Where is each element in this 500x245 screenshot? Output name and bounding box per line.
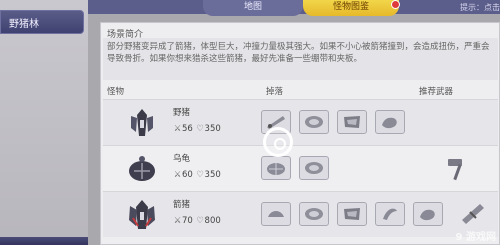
monster-name: 野猪 (173, 108, 191, 118)
location-sidebar: 野猪林 (0, 0, 88, 245)
monster-stats: ⚔70 ♡800 (173, 216, 221, 226)
health-value: 350 (204, 170, 221, 180)
bone-item-icon (382, 117, 397, 129)
tab-bestiary[interactable]: 怪物图鉴 (303, 0, 399, 16)
shell-item-icon (267, 163, 285, 175)
video-play-button[interactable] (263, 127, 293, 157)
sidebar-item-location[interactable]: 野猪林 (0, 10, 84, 34)
quill-item-icon (268, 211, 284, 217)
monster-name: 乌龟 (173, 154, 191, 164)
bestiary-panel: 场景简介 部分野猪变异成了箭猪，体型巨大，冲撞力量极其强大。如果不小心被箭猪撞到… (100, 22, 500, 245)
porcupine-boar-icon (129, 200, 155, 229)
drop-slot[interactable] (261, 156, 291, 180)
drop-slot[interactable] (337, 110, 367, 134)
drop-slot[interactable] (375, 110, 405, 134)
attack-icon: ⚔ (173, 124, 182, 134)
turtle-icon (129, 156, 155, 181)
meat-item-icon (305, 116, 323, 128)
drop-slot[interactable] (299, 156, 329, 180)
hide-item-icon (344, 208, 360, 220)
attack-value: 60 (182, 170, 193, 180)
sidebar-item-label: 野猪林 (9, 19, 39, 30)
monster-row[interactable]: 野猪 ⚔56 ♡350 (103, 99, 498, 145)
column-header-weapon: 推荐武器 (419, 87, 454, 97)
drop-slot[interactable] (261, 202, 291, 226)
monster-stats: ⚔60 ♡350 (173, 170, 221, 180)
attack-icon: ⚔ (173, 216, 182, 226)
boar-icon (131, 109, 153, 136)
scene-description: 部分野猪变异成了箭猪，体型巨大，冲撞力量极其强大。如果不小心被箭猪撞到，会造成扭… (107, 42, 490, 64)
game-screen: 野猪林 地图 怪物图鉴 提示：点击图标可查看 场景简介 部分野猪变异成了箭猪，体… (0, 0, 500, 245)
watermark: 9 游戏网 (455, 232, 496, 243)
monster-name: 箭猪 (173, 200, 191, 210)
tab-map[interactable]: 地图 (203, 0, 303, 16)
tusk-item-icon (383, 208, 397, 220)
splint-icon (462, 204, 484, 224)
column-header-monster: 怪物 (107, 87, 125, 97)
attack-value: 70 (182, 216, 193, 226)
hide-item-icon (344, 116, 360, 128)
monster-row[interactable]: 乌龟 ⚔60 ♡350 (103, 145, 498, 191)
hint-text: 提示：点击图标可查看 (460, 3, 500, 12)
monster-stats: ⚔56 ♡350 (173, 124, 221, 134)
drop-slot[interactable] (375, 202, 405, 226)
drop-slot[interactable] (299, 110, 329, 134)
drop-slot[interactable] (299, 202, 329, 226)
top-bar: 地图 怪物图鉴 提示：点击图标可查看 (88, 0, 500, 16)
health-value: 350 (204, 124, 221, 134)
health-icon: ♡ (196, 124, 204, 134)
column-header-drops: 掉落 (266, 87, 284, 97)
attack-icon: ⚔ (173, 170, 182, 180)
tab-label: 地图 (243, 2, 262, 12)
meat-item-icon (305, 162, 323, 174)
attack-value: 56 (182, 124, 193, 134)
meat-item-icon (305, 208, 323, 220)
health-icon: ♡ (196, 170, 204, 180)
tab-label: 怪物图鉴 (332, 2, 369, 12)
sidebar-footer (0, 237, 88, 245)
drop-slot[interactable] (337, 202, 367, 226)
bone-item-icon (420, 209, 435, 221)
monster-row[interactable]: 箭猪 ⚔70 ♡800 (103, 191, 498, 237)
notification-badge (391, 0, 400, 9)
hammer-icon (448, 159, 462, 181)
drop-slot[interactable] (413, 202, 443, 226)
health-icon: ♡ (196, 216, 204, 226)
health-value: 800 (204, 216, 221, 226)
